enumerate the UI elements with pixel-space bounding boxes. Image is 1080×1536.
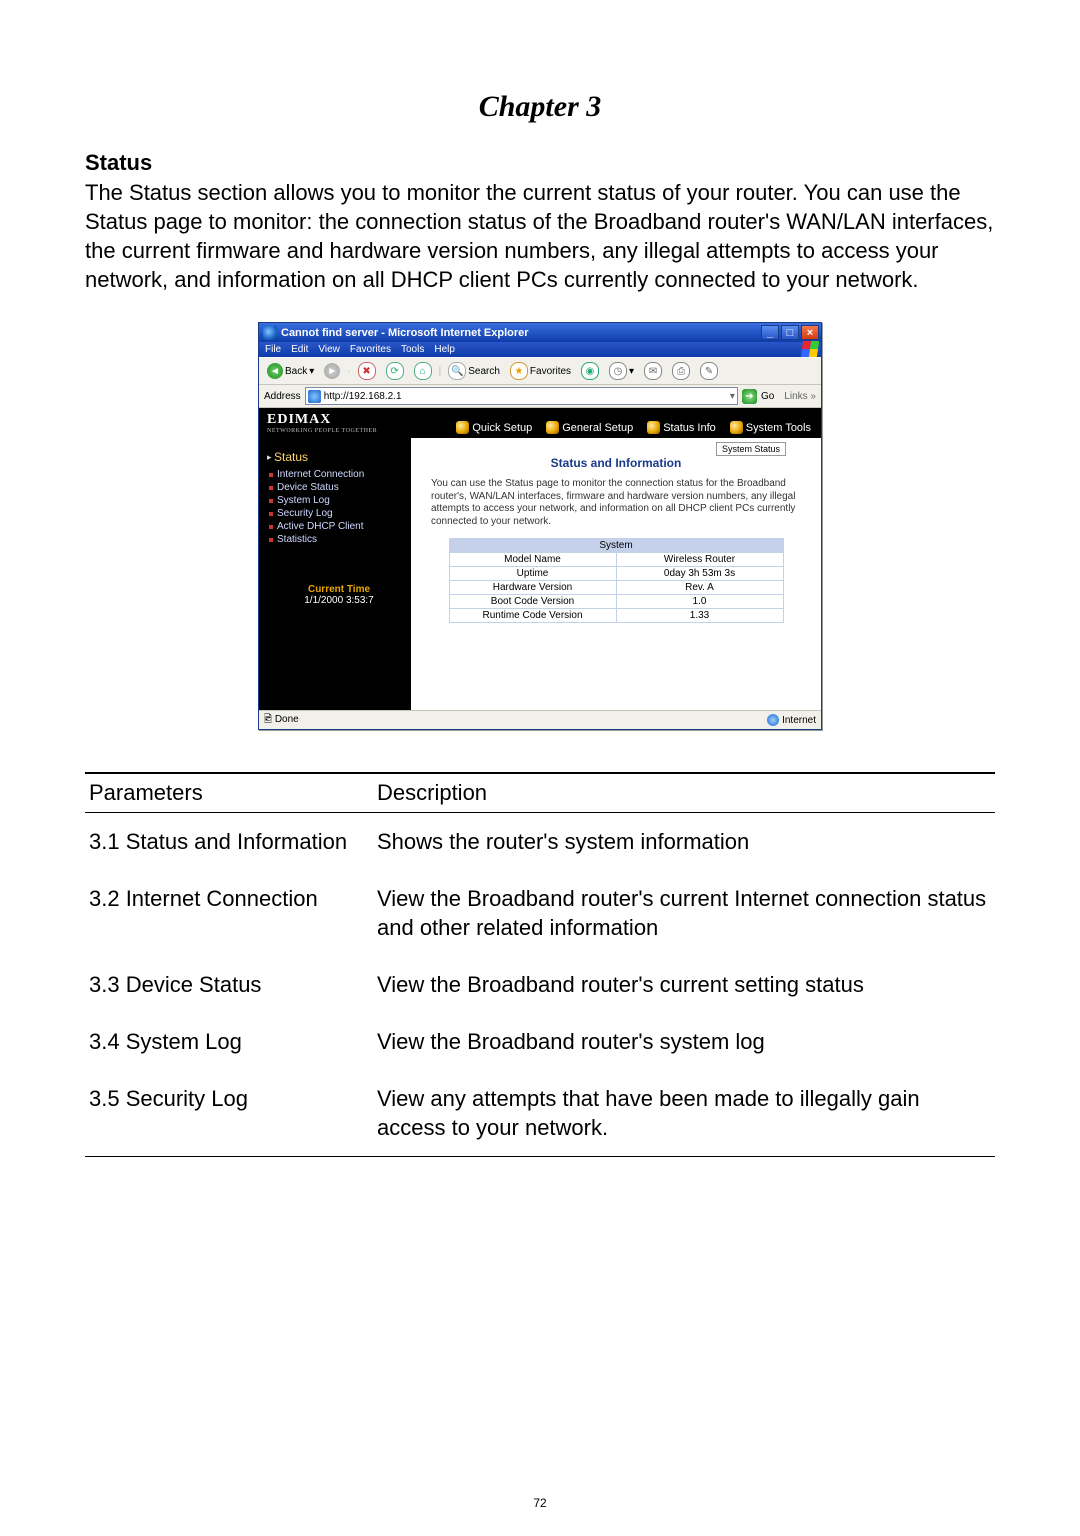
go-button[interactable]: ➔ <box>742 389 757 404</box>
table-row: 3.3 Device Status View the Broadband rou… <box>85 956 995 1013</box>
menu-view[interactable]: View <box>318 344 340 355</box>
sidebar-item-statistics[interactable]: Statistics <box>267 533 411 546</box>
titlebar: Cannot find server - Microsoft Internet … <box>259 323 821 342</box>
tab-status-info[interactable]: Status Info <box>643 416 726 438</box>
sidebar: Status Internet Connection Device Status… <box>259 438 411 710</box>
params-head-col1: Parameters <box>85 773 373 813</box>
ie-window: Cannot find server - Microsoft Internet … <box>258 322 822 730</box>
main-pane: System Status Status and Information You… <box>411 438 821 710</box>
toolbar: ◄Back ▾ ► · ✖ ⟳ ⌂ | 🔍Search ★Favorites ◉… <box>259 357 821 385</box>
table-row: Uptime0day 3h 53m 3s <box>449 567 783 581</box>
forward-button[interactable]: ► <box>321 362 343 380</box>
menu-file[interactable]: File <box>265 344 281 355</box>
current-time-value: 1/1/2000 3:53:7 <box>267 595 411 606</box>
sidebar-item-system-log[interactable]: System Log <box>267 494 411 507</box>
table-row: 3.1 Status and Information Shows the rou… <box>85 813 995 871</box>
page-number: 72 <box>0 1496 1080 1510</box>
page-heading: Status and Information <box>411 456 821 470</box>
back-button[interactable]: ◄Back ▾ <box>264 362 317 380</box>
close-button[interactable]: × <box>801 325 819 340</box>
print-button[interactable]: ⎙ <box>669 361 693 381</box>
table-row: 3.4 System Log View the Broadband router… <box>85 1013 995 1070</box>
parameters-table: Parameters Description 3.1 Status and In… <box>85 772 995 1157</box>
statusbar: 🖻 Done Internet <box>259 710 821 729</box>
history-button[interactable]: ◷▾ <box>606 361 637 381</box>
brand-logo: EDIMAX NETWORKING PEOPLE TOGETHER <box>267 412 377 434</box>
page-description: You can use the Status page to monitor t… <box>431 478 801 528</box>
subnav-system-status[interactable]: System Status <box>716 442 786 456</box>
ie-icon <box>263 326 277 340</box>
table-row: 3.2 Internet Connection View the Broadba… <box>85 870 995 956</box>
refresh-button[interactable]: ⟳ <box>383 361 407 381</box>
status-right: Internet <box>767 714 816 726</box>
system-table-header: System <box>449 539 783 553</box>
titlebar-text: Cannot find server - Microsoft Internet … <box>281 327 761 339</box>
dropdown-icon[interactable]: ▾ <box>730 391 735 402</box>
sidebar-item-device-status[interactable]: Device Status <box>267 481 411 494</box>
tab-system-tools[interactable]: System Tools <box>726 416 821 438</box>
stop-button[interactable]: ✖ <box>355 361 379 381</box>
address-value: http://192.168.2.1 <box>324 391 402 402</box>
sidebar-item-security-log[interactable]: Security Log <box>267 507 411 520</box>
sidebar-item-internet-connection[interactable]: Internet Connection <box>267 468 411 481</box>
media-button[interactable]: ◉ <box>578 361 602 381</box>
status-left: 🖻 Done <box>264 712 299 729</box>
table-row: Boot Code Version1.0 <box>449 595 783 609</box>
tab-quick-setup[interactable]: Quick Setup <box>452 416 542 438</box>
search-button[interactable]: 🔍Search <box>445 361 503 381</box>
menu-favorites[interactable]: Favorites <box>350 344 391 355</box>
home-button[interactable]: ⌂ <box>411 361 435 381</box>
table-row: Model NameWireless Router <box>449 553 783 567</box>
address-bar: Address http://192.168.2.1 ▾ ➔ Go Links … <box>259 385 821 408</box>
page-icon <box>308 390 321 403</box>
go-label: Go <box>761 391 774 402</box>
globe-icon <box>767 714 779 726</box>
router-header: EDIMAX NETWORKING PEOPLE TOGETHER Quick … <box>259 408 821 438</box>
maximize-button[interactable]: □ <box>781 325 799 340</box>
menu-help[interactable]: Help <box>434 344 455 355</box>
edit-button[interactable]: ✎ <box>697 361 721 381</box>
menu-edit[interactable]: Edit <box>291 344 308 355</box>
mail-button[interactable]: ✉ <box>641 361 665 381</box>
body-text: The Status section allows you to monitor… <box>85 178 995 294</box>
current-time-label: Current Time <box>267 584 411 595</box>
menubar: File Edit View Favorites Tools Help <box>259 342 821 357</box>
links-label[interactable]: Links » <box>784 391 816 402</box>
tab-general-setup[interactable]: General Setup <box>542 416 643 438</box>
table-row: Hardware VersionRev. A <box>449 581 783 595</box>
chapter-title: Chapter 3 <box>85 90 995 124</box>
table-row: 3.5 Security Log View any attempts that … <box>85 1070 995 1157</box>
section-title: Status <box>85 150 995 176</box>
address-label: Address <box>264 391 301 402</box>
menu-tools[interactable]: Tools <box>401 344 424 355</box>
system-table: System Model NameWireless Router Uptime0… <box>449 538 784 623</box>
sidebar-item-active-dhcp-client[interactable]: Active DHCP Client <box>267 520 411 533</box>
favorites-button[interactable]: ★Favorites <box>507 361 574 381</box>
table-row: Runtime Code Version1.33 <box>449 609 783 623</box>
address-input[interactable]: http://192.168.2.1 ▾ <box>305 387 738 405</box>
params-head-col2: Description <box>373 773 995 813</box>
windows-flag-icon <box>801 341 819 357</box>
minimize-button[interactable]: _ <box>761 325 779 340</box>
sidebar-head[interactable]: Status <box>267 450 411 464</box>
